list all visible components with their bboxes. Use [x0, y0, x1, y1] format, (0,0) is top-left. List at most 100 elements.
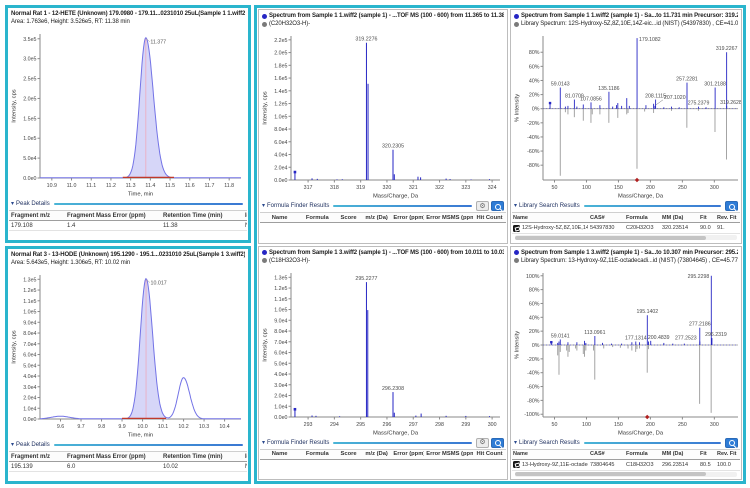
collapse-icon[interactable]: ▾: [11, 442, 14, 448]
section-divider: [54, 203, 243, 205]
library-search-table: Name CAS# Formula MM (Da) Fit Rev. Fit 1…: [511, 212, 741, 241]
collapse-icon[interactable]: ▾: [11, 201, 14, 207]
horizontal-scrollbar[interactable]: [515, 235, 737, 240]
svg-text:-80%: -80%: [527, 398, 540, 404]
collapse-icon[interactable]: ▾: [262, 440, 265, 446]
svg-text:296.2308: 296.2308: [382, 386, 404, 392]
scrollbar-thumb[interactable]: [515, 236, 706, 240]
gear-icon[interactable]: ⚙: [476, 438, 489, 448]
table-header-row: Fragment m/z Fragment Mass Error (ppm) R…: [9, 210, 247, 221]
svg-text:11.6: 11.6: [185, 183, 195, 189]
collapse-icon[interactable]: ▾: [514, 203, 517, 209]
panel-subtitle: (C18H32O3-H)-: [269, 258, 310, 264]
svg-text:Mass/Charge, Da: Mass/Charge, Da: [618, 194, 664, 200]
panel-title: Spectrum from Sample 1 1.wiff2 (sample 1…: [521, 13, 738, 19]
peak-details-table: Fragment m/z Fragment Mass Error (ppm) R…: [8, 451, 248, 472]
svg-text:0.0e0: 0.0e0: [274, 415, 287, 421]
svg-text:9.0e4: 9.0e4: [274, 318, 287, 324]
table-row[interactable]: 12S-Hydroxy-5Z,8Z,10E,14Z-eicosatetraeno…: [512, 223, 740, 234]
gear-icon[interactable]: ⚙: [476, 201, 489, 211]
svg-text:0.0e0: 0.0e0: [23, 417, 36, 423]
search-icon[interactable]: [725, 438, 738, 448]
formula-finder-table: Name Formula Score m/z (Da) Error (ppm) …: [259, 449, 507, 460]
svg-text:207.1020: 207.1020: [664, 95, 686, 101]
table-header-row: Name Formula Score m/z (Da) Error (ppm) …: [260, 212, 506, 223]
table-row[interactable]: 13-Hydroxy-9Z,11E-octadecadienoic acid (…: [512, 460, 740, 471]
spectrum-panel-top: Spectrum from Sample 1 1.wiff2 (sample 1…: [258, 9, 508, 244]
svg-text:10.1: 10.1: [158, 424, 168, 430]
svg-text:297: 297: [409, 422, 418, 428]
svg-text:320.2305: 320.2305: [382, 144, 404, 150]
library-mirror-plot[interactable]: 50100150200250300100%80%60%40%20%0%-20%-…: [512, 265, 742, 437]
panel-header: Spectrum from Sample 1 3.wiff2 (sample 1…: [511, 247, 741, 265]
svg-text:250: 250: [678, 185, 687, 191]
collapse-icon[interactable]: ▾: [262, 203, 265, 209]
svg-text:5.0e4: 5.0e4: [23, 363, 36, 369]
svg-text:277.2523: 277.2523: [675, 335, 697, 341]
svg-text:179.1082: 179.1082: [639, 37, 661, 43]
svg-text:135.1186: 135.1186: [598, 86, 619, 92]
svg-text:80%: 80%: [529, 50, 540, 56]
svg-text:2.0e4: 2.0e4: [23, 396, 36, 402]
svg-text:1.3e5: 1.3e5: [23, 277, 36, 283]
svg-text:Intensity, cps: Intensity, cps: [263, 328, 269, 362]
panel-header: Normal Rat 3 - 13-HODE (Unknown) 195.129…: [8, 249, 248, 267]
svg-text:% Intensity: % Intensity: [515, 94, 521, 122]
svg-text:Mass/Charge, Da: Mass/Charge, Da: [373, 430, 419, 436]
svg-text:1.1e5: 1.1e5: [23, 299, 36, 305]
svg-text:-20%: -20%: [527, 356, 540, 362]
search-icon[interactable]: [725, 201, 738, 211]
mass-spectrum-plot[interactable]: 3173183193203213223233240.0e02.0e44.0e46…: [260, 28, 506, 200]
svg-text:150: 150: [614, 185, 623, 191]
scrollbar-thumb[interactable]: [515, 472, 706, 476]
horizontal-scrollbar[interactable]: [515, 472, 737, 477]
svg-text:100: 100: [582, 185, 591, 191]
svg-text:177.1314: 177.1314: [625, 335, 647, 341]
chromatogram-plot[interactable]: 9.69.79.89.910.010.110.210.310.40.0e01.0…: [9, 267, 247, 439]
search-icon[interactable]: [491, 438, 504, 448]
svg-text:100: 100: [582, 422, 591, 428]
table-row[interactable]: 195.139 6.0 10.02 N/A: [9, 462, 247, 472]
chromatogram-plot[interactable]: 10.911.011.111.211.311.411.511.611.711.8…: [9, 26, 247, 198]
svg-text:60%: 60%: [529, 64, 540, 70]
svg-text:300: 300: [488, 422, 497, 428]
svg-text:-40%: -40%: [527, 370, 540, 376]
svg-text:11.5: 11.5: [165, 183, 175, 189]
panel-title: Spectrum from Sample 1 3.wiff2 (sample 1…: [521, 250, 738, 256]
peak-details-section-header: ▾ Peak Details: [8, 439, 248, 451]
svg-text:295: 295: [356, 422, 365, 428]
svg-text:80%: 80%: [529, 287, 540, 293]
svg-text:1.4e5: 1.4e5: [274, 89, 287, 95]
svg-text:250: 250: [678, 422, 687, 428]
library-mirror-plot[interactable]: 5010015020025030080%60%40%20%0%-20%-40%-…: [512, 28, 742, 200]
svg-text:293: 293: [304, 422, 313, 428]
library-search-section-header: ▾ Library Search Results: [511, 200, 741, 212]
svg-text:60%: 60%: [529, 301, 540, 307]
collapse-icon[interactable]: ▾: [514, 440, 517, 446]
svg-text:317: 317: [304, 185, 313, 191]
svg-text:1.0e5: 1.0e5: [23, 136, 36, 142]
svg-text:320: 320: [383, 185, 392, 191]
xic-panel-12-hete: Normal Rat 1 - 12-HETE (Unknown) 179.098…: [5, 5, 251, 243]
formula-finder-section-header: ▾ Formula Finder Results ⚙: [259, 200, 507, 212]
section-label: Peak Details: [16, 201, 50, 207]
svg-text:277.2186: 277.2186: [689, 321, 711, 327]
panel-title: Spectrum from Sample 1 1.wiff2 (sample 1…: [269, 13, 504, 19]
panel-subtitle: Area: 1.763e6, Height: 3.526e5, RT: 11.3…: [11, 19, 130, 25]
library-legend-icon: [514, 22, 519, 27]
svg-text:321: 321: [409, 185, 418, 191]
svg-text:50: 50: [552, 185, 558, 191]
section-label: Library Search Results: [519, 440, 580, 446]
svg-text:Intensity, cps: Intensity, cps: [12, 89, 18, 123]
library-search-section-header: ▾ Library Search Results: [511, 437, 741, 449]
svg-text:5.0e4: 5.0e4: [23, 156, 36, 162]
svg-text:2.2e5: 2.2e5: [274, 38, 287, 44]
spectrum-legend-icon: [514, 250, 519, 255]
svg-text:Time, min: Time, min: [128, 433, 153, 439]
table-row[interactable]: 179.108 1.4 11.38 N/A: [9, 221, 247, 231]
svg-text:-100%: -100%: [524, 412, 540, 418]
search-icon[interactable]: [491, 201, 504, 211]
mass-spectrum-plot[interactable]: 2932942952962972982993000.0e01.0e42.0e43…: [260, 265, 506, 437]
svg-text:1.0e5: 1.0e5: [23, 310, 36, 316]
svg-text:Mass/Charge, Da: Mass/Charge, Da: [618, 430, 664, 436]
